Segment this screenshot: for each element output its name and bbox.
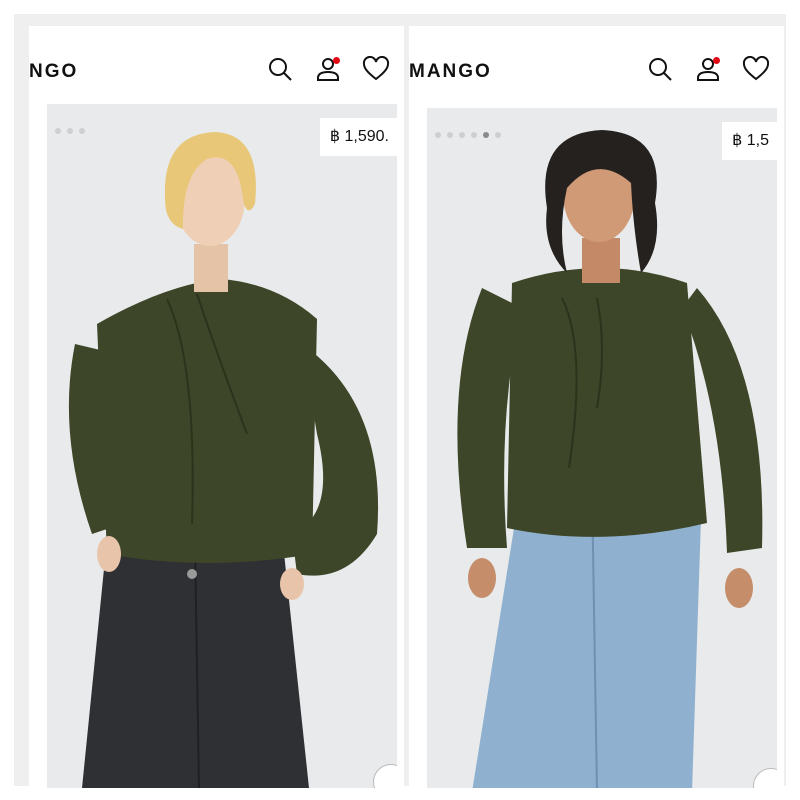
price-label: ฿ 1,5 xyxy=(722,122,777,160)
app-header: MANGO xyxy=(409,26,784,106)
product-photo[interactable]: ฿ 1,5 xyxy=(427,108,777,788)
header-actions xyxy=(247,54,391,84)
header-actions xyxy=(627,54,771,84)
notification-dot xyxy=(713,57,720,64)
carousel-dot[interactable] xyxy=(447,132,453,138)
carousel-dot[interactable] xyxy=(459,132,465,138)
carousel-dot[interactable] xyxy=(495,132,501,138)
carousel-indicators xyxy=(435,132,507,138)
app-header: NGO xyxy=(29,26,404,106)
right-screenshot: MANGO ฿ 1,5 xyxy=(409,26,784,788)
carousel-indicators xyxy=(55,128,91,134)
carousel-dot[interactable] xyxy=(55,128,61,134)
search-icon[interactable] xyxy=(645,54,675,84)
brand-logo[interactable]: MANGO xyxy=(409,61,492,83)
carousel-dot-active[interactable] xyxy=(483,132,489,138)
notification-dot xyxy=(333,57,340,64)
price-label: ฿ 1,590. xyxy=(319,118,397,156)
account-icon[interactable] xyxy=(693,54,723,84)
product-photo[interactable]: ฿ 1,590. xyxy=(47,104,397,788)
left-screenshot: NGO ฿ 1,590. xyxy=(29,26,404,788)
account-icon[interactable] xyxy=(313,54,343,84)
carousel-dot[interactable] xyxy=(435,132,441,138)
collage-frame: NGO ฿ 1,590. MANGO ฿ 1,5 xyxy=(14,14,786,788)
wishlist-icon[interactable] xyxy=(361,54,391,84)
search-icon[interactable] xyxy=(265,54,295,84)
carousel-dot[interactable] xyxy=(67,128,73,134)
brand-logo[interactable]: NGO xyxy=(29,61,78,83)
carousel-dot[interactable] xyxy=(79,128,85,134)
wishlist-icon[interactable] xyxy=(741,54,771,84)
carousel-dot[interactable] xyxy=(471,132,477,138)
